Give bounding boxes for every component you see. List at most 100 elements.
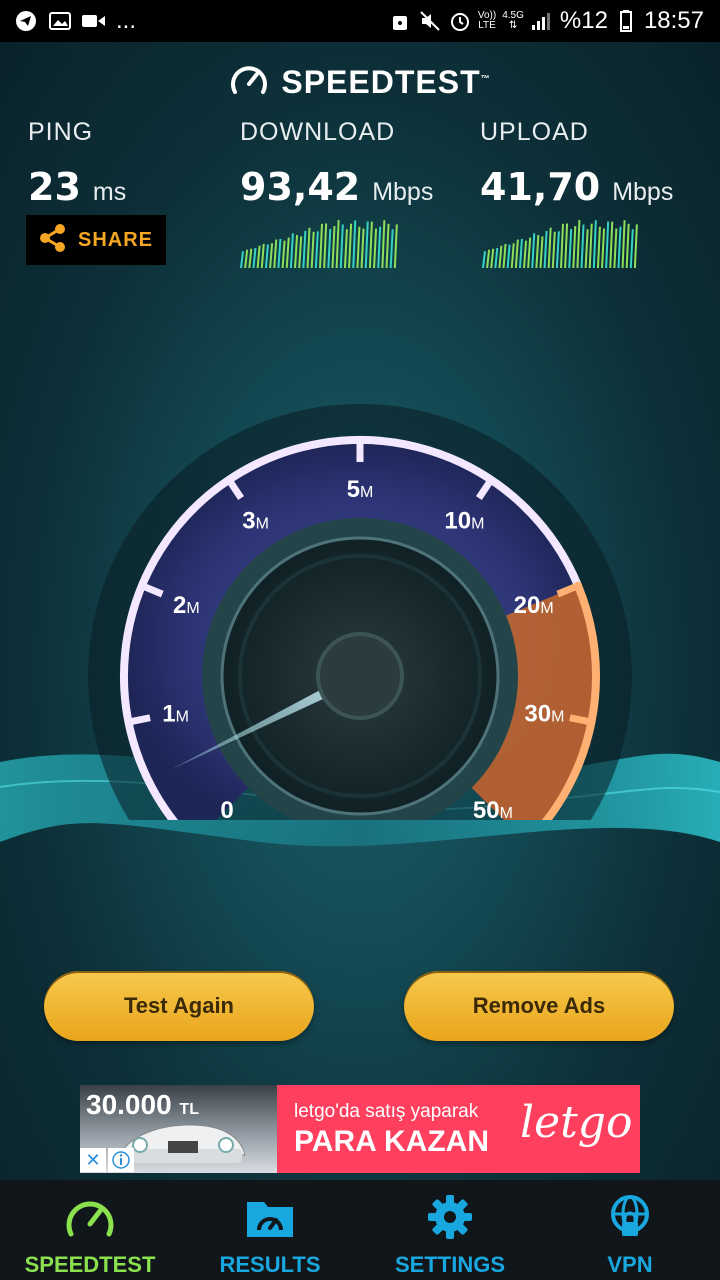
upload-metric: UPLOAD 41,70 Mbps [480, 118, 673, 209]
sparkline-bar [252, 247, 257, 268]
download-label: DOWNLOAD [240, 118, 396, 146]
test-again-button[interactable]: Test Again [44, 971, 314, 1041]
status-more: ... [116, 7, 137, 34]
battery-percent: %12 [559, 7, 608, 34]
upload-sparkline [482, 220, 638, 268]
gauge-center-cap [316, 632, 404, 720]
sparkline-bar [568, 228, 573, 268]
download-sparkline [240, 220, 398, 268]
globe-lock-icon [604, 1194, 656, 1244]
sparkline-bar [260, 243, 265, 268]
download-metric: DOWNLOAD 93,42 Mbps [240, 118, 433, 209]
sparkline-bar [555, 231, 560, 268]
sparkline-bar [356, 226, 361, 268]
sparkline-bar [560, 223, 564, 268]
sparkline-bar [580, 224, 585, 268]
tab-settings-label: SETTINGS [394, 1252, 505, 1277]
ad-close-icon[interactable]: ✕ [80, 1148, 106, 1172]
speedtest-logo-icon [229, 62, 269, 102]
upload-value: 41,70 [480, 165, 601, 209]
network-type: 4.5G ⇅ [502, 10, 524, 31]
share-button[interactable]: SHARE [26, 215, 166, 265]
sparkline-bar [605, 221, 610, 268]
sparkline-bar [368, 221, 373, 268]
gear-icon [424, 1194, 476, 1244]
speed-gauge: 01M2M3M5M10M20M30M50M [88, 404, 632, 820]
sparkline-bar [327, 228, 332, 268]
sparkline-bar [506, 244, 511, 268]
sparkline-bar [543, 230, 548, 268]
speedometer-icon [64, 1194, 116, 1244]
sparkline-bar [389, 229, 394, 268]
sparkline-bar [273, 239, 278, 268]
sparkline-bar [498, 245, 503, 268]
sparkline-bar [527, 237, 532, 268]
telegram-icon [14, 9, 38, 33]
sparkline-bar [269, 243, 274, 268]
sparkline-bar [281, 240, 286, 268]
download-value: 93,42 [240, 165, 361, 209]
ad-logo: letgo [520, 1097, 633, 1148]
battery-icon [614, 9, 638, 33]
sparkline-bar [314, 231, 319, 268]
upload-label: UPLOAD [480, 118, 589, 146]
sparkline-bar [385, 223, 390, 268]
sparkline-bar [621, 220, 626, 268]
ad-banner[interactable]: 30.000 TL letgo'da satış yaparak PARA KA… [80, 1085, 640, 1173]
tab-results[interactable]: RESULTS [180, 1180, 360, 1280]
share-icon [38, 223, 68, 257]
sparkline-bar [248, 248, 253, 268]
sparkline-bar [343, 229, 348, 268]
sparkline-bar [576, 220, 581, 268]
tab-speedtest-label: SPEEDTEST [24, 1252, 156, 1277]
sparkline-bar [339, 224, 344, 268]
sparkline-bar [596, 226, 601, 268]
app-header: SPEEDTEST™ [0, 62, 720, 102]
sparkline-bar [514, 239, 519, 268]
sparkline-bar [633, 224, 638, 268]
volte-indicator: Vo)) LTE [477, 10, 497, 31]
tab-speedtest[interactable]: SPEEDTEST [0, 1180, 180, 1280]
sparkline-bar [547, 227, 552, 268]
tab-vpn[interactable]: VPN [540, 1180, 720, 1280]
sparkline-bar [335, 220, 340, 268]
video-icon [82, 9, 106, 33]
ping-unit: ms [92, 178, 127, 206]
sparkline-bar [584, 229, 589, 268]
ping-value: 23 [28, 165, 81, 209]
sparkline-bar [609, 221, 614, 268]
ad-info-icon[interactable] [108, 1148, 134, 1172]
sparkline-bar [486, 249, 491, 268]
sparkline-bar [381, 220, 386, 268]
clock: 18:57 [643, 7, 704, 34]
sparkline-bar [264, 244, 269, 268]
sparkline-bar [298, 236, 303, 268]
sparkline-bar [494, 247, 499, 268]
sparkline-bar [564, 223, 569, 268]
share-label: SHARE [78, 228, 154, 251]
sparkline-bar [613, 228, 618, 268]
sparkline-bar [289, 233, 294, 268]
alarm-icon [448, 9, 472, 33]
remove-ads-button[interactable]: Remove Ads [404, 971, 674, 1041]
sparkline-bar [510, 243, 515, 268]
sparkline-bar [490, 248, 495, 268]
sparkline-bar [617, 226, 622, 268]
gauge-tick [127, 714, 151, 726]
sparkline-bar [256, 245, 261, 268]
gauge-tick-label: 0 [220, 797, 233, 820]
signal-icon [530, 9, 554, 33]
sparkline-bar [360, 228, 365, 268]
sparkline-bar [551, 231, 556, 268]
sparkline-bar [523, 240, 528, 268]
sparkline-bar [244, 249, 249, 268]
sparkline-bar [588, 223, 593, 268]
sparkline-bar [518, 238, 523, 268]
download-unit: Mbps [372, 178, 434, 206]
android-lock-icon [388, 9, 412, 33]
status-bar: ... Vo)) LTE 4.5G ⇅ %12 18:57 [0, 0, 720, 42]
tab-settings[interactable]: SETTINGS [360, 1180, 540, 1280]
sparkline-bar [531, 233, 536, 268]
bottom-nav: SPEEDTEST RESULTS SETTINGS VPN [0, 1180, 720, 1280]
sparkline-bar [331, 226, 336, 268]
